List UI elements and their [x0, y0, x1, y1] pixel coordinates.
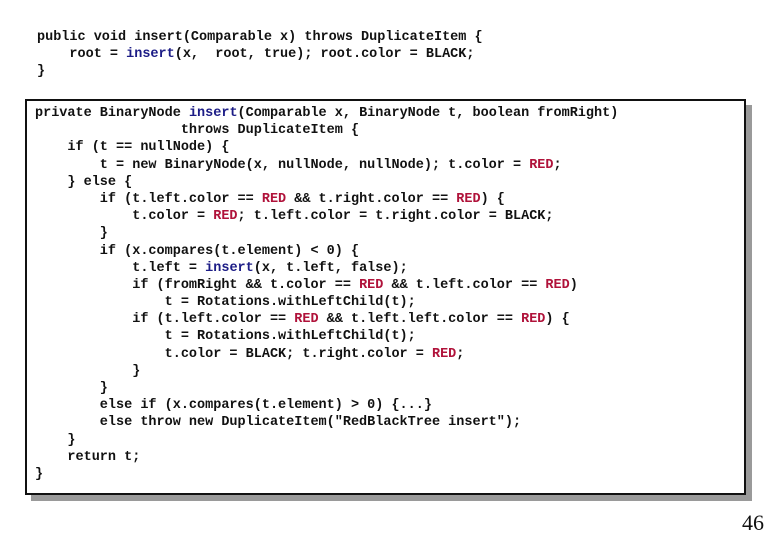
code-text: && t.left.left.color == [318, 312, 522, 328]
code-line: t = Rotations.withLeftChild(t); [35, 294, 618, 311]
red-constant: RED [359, 277, 384, 293]
code-line: } [37, 63, 483, 80]
code-text: } else { [35, 174, 133, 190]
code-text: return t; [35, 449, 141, 465]
red-constant: RED [545, 277, 570, 293]
code-line: } [35, 466, 618, 483]
code-text: (x, t.left, false); [253, 260, 408, 276]
code-text: } [35, 466, 44, 482]
code-text: ) { [545, 312, 570, 328]
code-text: ) { [480, 191, 505, 207]
code-text: && t.left.color == [383, 277, 546, 293]
code-text: } [35, 226, 108, 242]
code-line: public void insert(Comparable x) throws … [37, 29, 483, 46]
code-text: t = Rotations.withLeftChild(t); [35, 329, 416, 345]
private-insert-code-box: private BinaryNode insert(Comparable x, … [25, 99, 746, 495]
red-constant: RED [521, 312, 546, 328]
code-line: if (t.left.color == RED && t.left.left.c… [35, 311, 618, 328]
code-text: public void insert(Comparable x) throws … [37, 30, 483, 45]
code-text: if (x.compares(t.element) < 0) { [35, 243, 360, 259]
code-text: ; [553, 157, 562, 173]
public-insert-method-code: public void insert(Comparable x) throws … [37, 29, 483, 81]
code-text: } [35, 432, 76, 448]
code-text: ) [569, 277, 578, 293]
code-text: root = [37, 47, 127, 63]
code-line: else if (x.compares(t.element) > 0) {...… [35, 397, 618, 414]
red-constant: RED [529, 157, 554, 173]
code-text: t.left = [35, 260, 206, 276]
code-text: if (t == nullNode) { [35, 140, 230, 156]
red-constant: RED [261, 191, 287, 207]
code-text: t = Rotations.withLeftChild(t); [35, 295, 416, 311]
code-line: } [35, 363, 618, 380]
code-text: private BinaryNode [35, 106, 189, 121]
red-constant: RED [456, 191, 481, 207]
code-text: && t.right.color == [286, 191, 457, 207]
code-line: root = insert(x, root, true); root.color… [37, 46, 483, 63]
code-line: if (fromRight && t.color == RED && t.lef… [35, 277, 618, 294]
code-text: throws DuplicateItem { [35, 123, 360, 139]
code-text: if (fromRight && t.color == [35, 277, 360, 293]
method-call: insert [188, 106, 238, 121]
code-text: } [35, 363, 141, 379]
method-call: insert [126, 47, 175, 63]
red-constant: RED [213, 209, 238, 225]
code-text: ; [456, 346, 465, 362]
code-line: if (t == nullNode) { [35, 139, 618, 156]
red-constant: RED [431, 346, 457, 362]
code-line: else throw new DuplicateItem("RedBlackTr… [35, 414, 618, 431]
code-line: t.color = BLACK; t.right.color = RED; [35, 346, 618, 363]
code-text: t.color = [35, 209, 214, 225]
code-text: ; t.left.color = t.right.color = BLACK; [237, 209, 554, 225]
code-line: t.color = RED; t.left.color = t.right.co… [35, 208, 618, 225]
code-line: private BinaryNode insert(Comparable x, … [35, 105, 618, 122]
code-text: (x, root, true); root.color = BLACK; [174, 47, 475, 63]
private-insert-method-code: private BinaryNode insert(Comparable x, … [35, 105, 618, 483]
code-line: t.left = insert(x, t.left, false); [35, 260, 618, 277]
code-line: t = Rotations.withLeftChild(t); [35, 328, 618, 345]
code-line: } else { [35, 174, 618, 191]
code-text: t = new BinaryNode(x, nullNode, nullNode… [35, 157, 530, 173]
code-text: } [35, 381, 108, 396]
code-text: else if (x.compares(t.element) > 0) {...… [35, 398, 432, 414]
code-line: } [35, 432, 618, 449]
code-text: if (t.left.color == [35, 191, 262, 207]
code-text: } [37, 64, 46, 80]
code-text: if (t.left.color == [35, 312, 295, 328]
code-line: if (x.compares(t.element) < 0) { [35, 243, 618, 260]
code-text: t.color = BLACK; t.right.color = [35, 346, 432, 362]
code-line: return t; [35, 449, 618, 466]
page-number: 46 [742, 510, 764, 535]
code-line: t = new BinaryNode(x, nullNode, nullNode… [35, 157, 618, 174]
code-text: (Comparable x, BinaryNode t, boolean fro… [237, 106, 619, 121]
code-line: throws DuplicateItem { [35, 122, 618, 139]
red-constant: RED [294, 312, 319, 328]
code-text: else throw new DuplicateItem("RedBlackTr… [35, 415, 522, 431]
method-call: insert [205, 260, 254, 276]
code-line: } [35, 225, 618, 242]
code-line: if (t.left.color == RED && t.right.color… [35, 191, 618, 208]
code-line: } [35, 380, 618, 397]
